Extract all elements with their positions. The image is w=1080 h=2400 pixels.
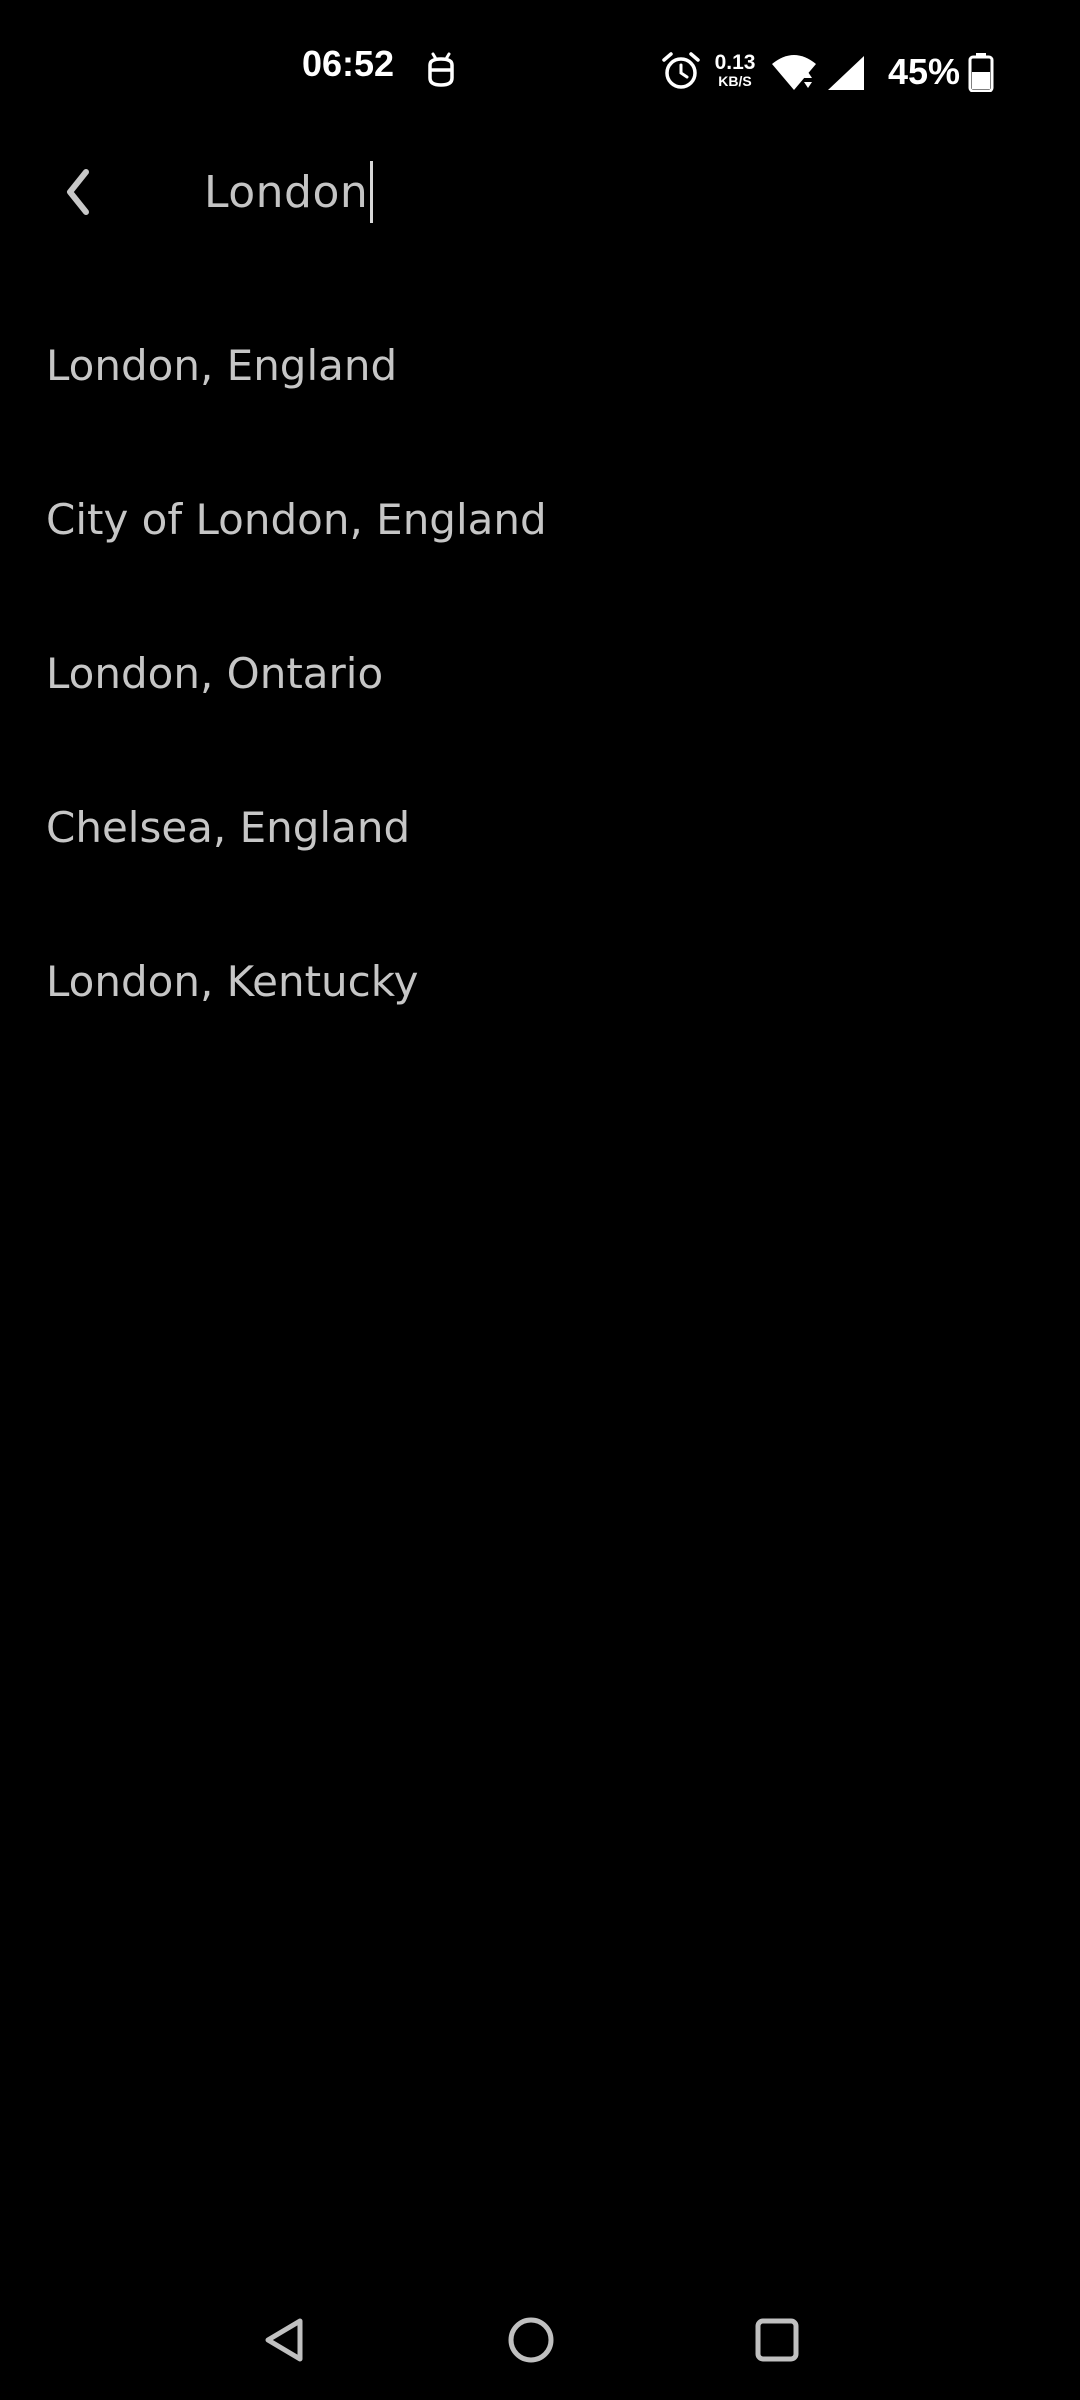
alarm-icon (662, 52, 700, 89)
status-time: 06:52 (302, 43, 395, 84)
battery-icon (968, 53, 994, 92)
back-triangle-icon (265, 2318, 303, 2362)
chevron-left-icon (67, 169, 89, 215)
result-item[interactable]: City of London, England (0, 442, 1080, 596)
network-speed-value: 0.13 (714, 51, 756, 74)
robot-notification-icon (428, 52, 454, 87)
recents-square-icon (755, 2318, 799, 2362)
network-speed: 0.13 KB/S (712, 52, 758, 88)
result-item[interactable]: Chelsea, England (0, 750, 1080, 904)
cell-signal-icon (828, 56, 864, 90)
search-query: London (204, 166, 369, 218)
network-speed-unit: KB/S (718, 73, 752, 89)
text-cursor (370, 161, 374, 223)
back-button[interactable] (44, 158, 112, 226)
status-bar: 06:52 0.13 KB/S 45% (0, 0, 1080, 144)
search-input[interactable]: London (204, 156, 1024, 228)
home-circle-icon (508, 2317, 554, 2363)
search-results-list: London, England City of London, England … (0, 288, 1080, 1058)
result-item[interactable]: London, Ontario (0, 596, 1080, 750)
nav-home-button[interactable] (494, 2303, 568, 2377)
result-item[interactable]: London, England (0, 288, 1080, 442)
nav-back-button[interactable] (248, 2303, 322, 2377)
battery-percent: 45% (888, 51, 961, 92)
result-item[interactable]: London, Kentucky (0, 904, 1080, 1058)
nav-recents-button[interactable] (740, 2303, 814, 2377)
wifi-icon (772, 55, 816, 90)
